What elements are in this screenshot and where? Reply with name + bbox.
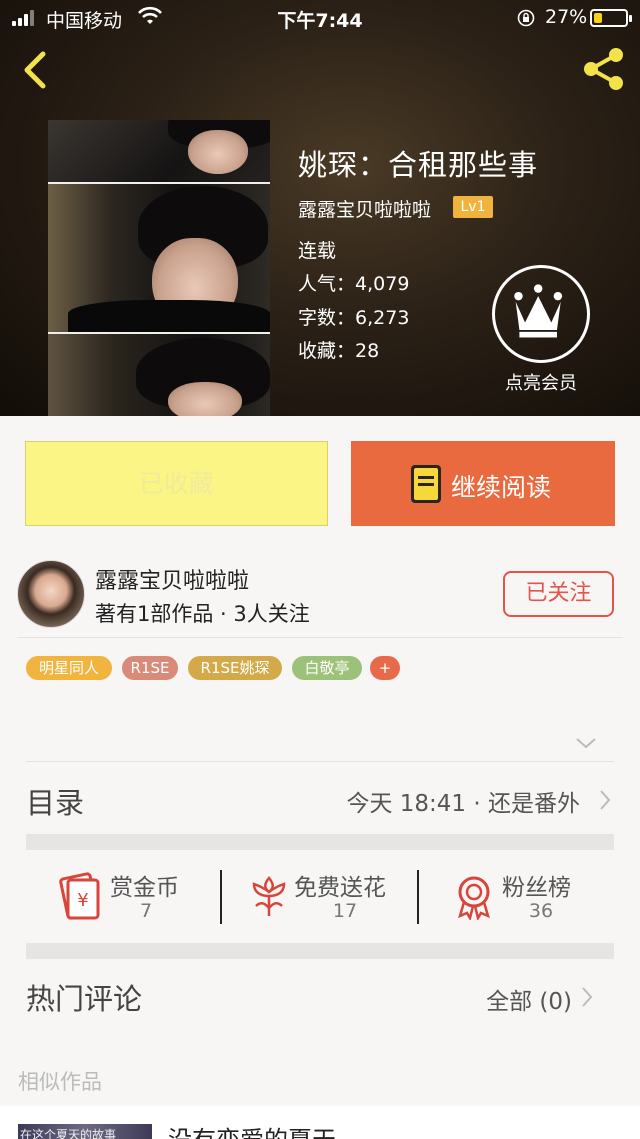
tag-chip[interactable]: R1SE姚琛 (188, 656, 282, 680)
svg-text:¥: ¥ (77, 890, 88, 911)
hot-comments-title: 热门评论 (26, 982, 143, 1016)
follow-button[interactable]: 已关注 (503, 571, 614, 617)
latest-chapter: 今天 18:41 · 还是番外 (346, 791, 580, 817)
book-author[interactable]: 露露宝贝啦啦啦 (298, 195, 431, 222)
vip-button[interactable] (492, 265, 590, 363)
fan-rank-label: 粉丝榜 (502, 875, 571, 901)
divider (26, 761, 614, 762)
fan-rank-count: 36 (528, 900, 554, 922)
popularity-value: 4,079 (355, 273, 410, 295)
medal-icon (458, 876, 490, 920)
clock: 下午7:44 (277, 10, 363, 32)
send-flower-label: 免费送花 (294, 875, 386, 901)
word-count-stat: 字数：6,273 (298, 303, 409, 330)
divider (17, 637, 623, 638)
hot-comments-row[interactable]: 热门评论 全部 (0) (26, 968, 614, 1024)
popularity-stat: 人气：4,079 (298, 269, 409, 296)
reward-coins-button[interactable]: ¥ 赏金币 7 (54, 860, 204, 930)
add-tag-button[interactable]: + (370, 656, 400, 680)
chevron-down-icon[interactable] (575, 736, 597, 750)
book-icon (411, 465, 441, 503)
share-icon[interactable] (580, 46, 630, 92)
divider (220, 870, 222, 924)
battery-level (594, 13, 602, 23)
battery-percent: 27% (545, 6, 588, 28)
reward-coins-label: 赏金币 (110, 875, 179, 901)
continue-reading-label: 继续阅读 (451, 473, 552, 502)
similar-work-cover-text: 在这个夏天的故事 (20, 1128, 117, 1139)
vip-label: 点亮会员 (505, 373, 577, 394)
favorites-stat: 收藏：28 (298, 336, 379, 363)
tag-chip[interactable]: 白敬亭 (292, 656, 362, 680)
book-title: 姚琛：合租那些事 (298, 148, 539, 182)
all-comments-link[interactable]: 全部 (0) (486, 982, 572, 1016)
avatar[interactable] (17, 560, 85, 628)
tag-chip[interactable]: 明星同人 (26, 656, 112, 680)
section-separator (26, 943, 614, 959)
favorites-value: 28 (355, 340, 380, 362)
word-count-label: 字数： (298, 307, 356, 329)
collected-button[interactable]: 已收藏 (25, 441, 328, 526)
book-cover[interactable] (48, 120, 270, 416)
word-count-value: 6,273 (355, 307, 410, 329)
serial-status: 连载 (298, 240, 337, 262)
back-arrow-icon[interactable] (16, 48, 56, 92)
author-summary: 著有1部作品 · 3人关注 (95, 602, 310, 626)
catalog-row[interactable]: 目录 今天 18:41 · 还是番外 (26, 770, 614, 830)
catalog-title: 目录 (26, 786, 85, 820)
send-flower-count: 17 (332, 900, 358, 922)
divider (417, 870, 419, 924)
continue-reading-button[interactable]: 继续阅读 (351, 441, 615, 526)
battery-icon (590, 9, 632, 27)
similar-work-title[interactable]: 没有恋爱的夏天 (168, 1120, 336, 1139)
author-name[interactable]: 露露宝贝啦啦啦 (95, 563, 249, 595)
popularity-label: 人气： (298, 273, 356, 295)
section-separator (26, 834, 614, 850)
chevron-right-icon (600, 790, 611, 810)
chevron-right-icon (582, 987, 593, 1007)
similar-works-label: 相似作品 (18, 1070, 102, 1094)
send-flower-button[interactable]: 免费送花 17 (244, 860, 404, 930)
red-envelope-icon: ¥ (59, 872, 100, 920)
crown-icon (514, 284, 563, 338)
author-level-badge: Lv1 (453, 196, 493, 218)
book-header: 中国移动 下午7:44 27% 姚琛：合租那些事 露露宝贝啦啦啦 Lv1 连载 … (0, 0, 640, 416)
rotation-lock-icon (517, 9, 535, 27)
reward-coins-count: 7 (139, 900, 153, 922)
status-bar: 中国移动 下午7:44 27% (0, 0, 640, 36)
favorites-label: 收藏： (298, 340, 356, 362)
fan-rank-button[interactable]: 粉丝榜 36 (450, 860, 590, 930)
tag-chip[interactable]: R1SE (122, 656, 178, 680)
flower-icon (252, 876, 286, 916)
